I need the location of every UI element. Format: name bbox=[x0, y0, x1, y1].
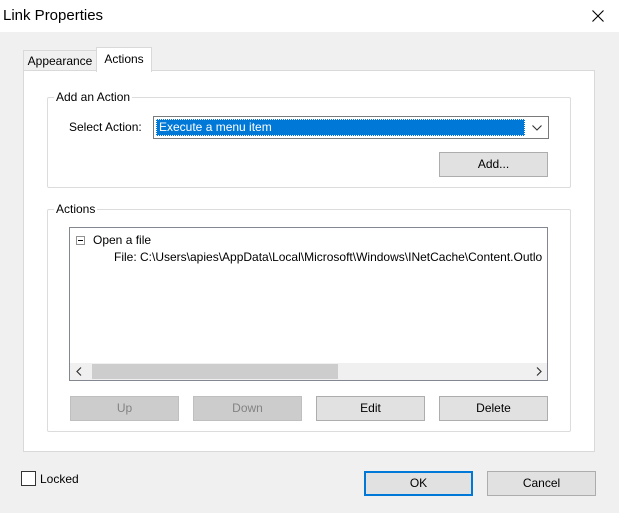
tree-item-open-file[interactable]: Open a file bbox=[76, 232, 151, 248]
close-icon bbox=[592, 10, 604, 22]
scroll-right-button[interactable] bbox=[530, 363, 547, 380]
scrollbar-thumb[interactable] bbox=[92, 364, 338, 379]
actions-tree[interactable]: Open a file File: C:\Users\apies\AppData… bbox=[69, 227, 548, 381]
locked-checkbox-row[interactable]: Locked bbox=[21, 471, 79, 486]
select-action-label: Select Action: bbox=[69, 120, 142, 134]
horizontal-scrollbar[interactable] bbox=[70, 363, 547, 380]
tab-actions[interactable]: Actions bbox=[96, 47, 152, 72]
tree-item-file-path[interactable]: File: C:\Users\apies\AppData\Local\Micro… bbox=[114, 250, 542, 264]
scroll-left-icon bbox=[75, 367, 81, 376]
add-action-group-label: Add an Action bbox=[54, 90, 133, 104]
scroll-right-icon bbox=[536, 367, 542, 376]
tree-item-label: Open a file bbox=[93, 233, 152, 247]
dropdown-arrow[interactable] bbox=[530, 121, 544, 135]
edit-button[interactable]: Edit bbox=[316, 396, 425, 421]
title-bar: Link Properties bbox=[0, 0, 619, 32]
close-button[interactable] bbox=[576, 2, 619, 30]
locked-label: Locked bbox=[40, 471, 79, 486]
tab-appearance[interactable]: Appearance bbox=[23, 50, 97, 71]
up-button[interactable]: Up bbox=[70, 396, 179, 421]
delete-button[interactable]: Delete bbox=[439, 396, 548, 421]
collapse-icon[interactable] bbox=[76, 235, 85, 245]
scroll-left-button[interactable] bbox=[70, 363, 87, 380]
actions-group-label: Actions bbox=[54, 202, 98, 216]
locked-checkbox[interactable] bbox=[21, 471, 36, 486]
select-action-dropdown[interactable]: Execute a menu item bbox=[153, 116, 549, 139]
window-title: Link Properties bbox=[3, 7, 104, 24]
chevron-down-icon bbox=[532, 125, 542, 131]
down-button[interactable]: Down bbox=[193, 396, 302, 421]
ok-button[interactable]: OK bbox=[364, 471, 473, 496]
add-button[interactable]: Add... bbox=[439, 152, 548, 177]
cancel-button[interactable]: Cancel bbox=[487, 471, 596, 496]
select-action-value: Execute a menu item bbox=[156, 119, 525, 136]
